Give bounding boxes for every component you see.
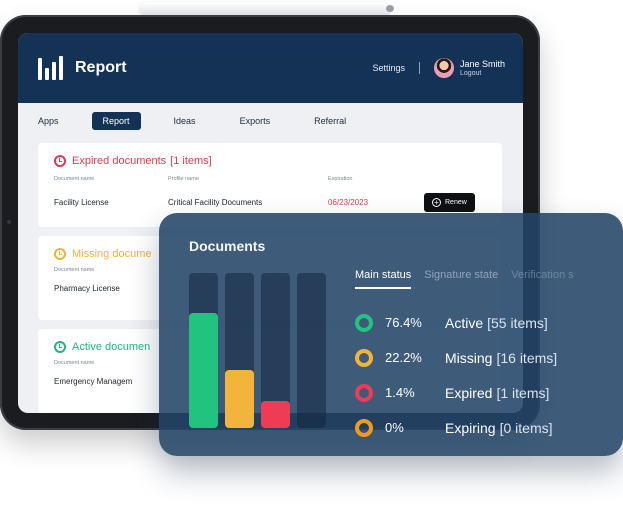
legend-percent: 1.4% (385, 385, 415, 400)
clock-icon (54, 155, 66, 167)
tab-signature-state[interactable]: Signature state (424, 269, 498, 289)
tab-report[interactable]: Report (91, 112, 141, 130)
table-row: Facility License Critical Facility Docum… (38, 182, 502, 212)
document-name-cell: Facility License (54, 198, 109, 207)
logout-link[interactable]: Logout (460, 69, 505, 78)
legend-count: [55 items] (487, 314, 548, 331)
header-divider (418, 62, 420, 74)
user-name: Jane Smith (459, 58, 505, 69)
tab-main-status[interactable]: Main status (355, 269, 412, 289)
tab-referral[interactable]: Referral (303, 112, 357, 130)
expired-card-title: Expired documents [1 items] (38, 143, 502, 167)
col-expiration: Expiration (328, 176, 353, 182)
missing-title-text: Missing docume (72, 248, 152, 260)
expired-column-headers: Document name Profile name Expiration (38, 167, 502, 182)
tab-exports[interactable]: Exports (229, 112, 282, 130)
camera-dot (7, 220, 11, 224)
panel-tabs: Main status Signature state Verification… (355, 269, 587, 289)
bar-active (189, 313, 218, 428)
col-document-name: Document name (54, 360, 95, 366)
expired-title-text: Expired documents (72, 155, 167, 167)
stylus-pencil (140, 2, 394, 15)
document-name-cell: Pharmacy License (54, 284, 120, 293)
legend-label: Expiring (445, 419, 496, 436)
expiration-date-cell: 06/23/2023 (328, 198, 369, 207)
profile-name-cell: Critical Facility Documents (168, 198, 263, 207)
legend-percent: 76.4% (385, 315, 422, 330)
legend-count: [1 items] (496, 384, 550, 401)
bar-missing (225, 370, 254, 428)
bar-track-expired (261, 273, 290, 428)
plus-circle-icon: + (432, 198, 441, 207)
app-title: Report (75, 59, 127, 76)
col-profile-name: Profile name (168, 176, 199, 182)
ring-icon (355, 313, 373, 332)
legend-count: [16 items] (496, 349, 558, 366)
user-menu: Jane Smith Logout (460, 59, 505, 78)
status-legend: 76.4% Active [55 items] 22.2% Missing [1… (355, 305, 557, 445)
documents-panel: Documents Main status Signature state Ve… (159, 213, 623, 456)
ring-icon (355, 383, 373, 402)
legend-count: [0 items] (499, 419, 553, 436)
legend-label: Expired (445, 384, 493, 401)
tab-apps[interactable]: Apps (38, 112, 70, 130)
bar-track-expiring (297, 273, 326, 428)
expired-count: [1 items] (170, 155, 212, 167)
col-document-name: Document name (54, 176, 95, 182)
tab-verification[interactable]: Verification s (511, 269, 573, 289)
legend-item-active: 76.4% Active [55 items] (355, 305, 557, 340)
legend-item-expired: 1.4% Expired [1 items] (355, 375, 557, 410)
tab-ideas[interactable]: Ideas (163, 112, 207, 130)
logo-icon (38, 56, 63, 80)
ring-icon (355, 348, 373, 367)
renew-button[interactable]: + Renew (424, 193, 475, 212)
renew-label: Renew (445, 199, 467, 206)
bar-track-missing (225, 273, 254, 428)
legend-percent: 22.2% (385, 350, 422, 365)
legend-label: Active (445, 314, 484, 331)
bar-expired (261, 401, 290, 428)
app-header: Report Settings Jane Smith Logout (18, 33, 523, 103)
panel-title: Documents (189, 238, 266, 254)
col-document-name: Document name (54, 267, 95, 273)
legend-percent: 0% (385, 420, 404, 435)
legend-label: Missing (445, 349, 493, 366)
legend-item-missing: 22.2% Missing [16 items] (355, 340, 557, 375)
ring-icon (355, 418, 373, 437)
status-bar-chart (189, 273, 339, 428)
main-tabs: Apps Report Ideas Exports Referral (18, 103, 523, 139)
legend-item-expiring: 0% Expiring [0 items] (355, 410, 557, 445)
avatar[interactable] (433, 58, 454, 78)
check-circle-icon (54, 341, 66, 353)
settings-link[interactable]: Settings (372, 63, 405, 73)
bar-track-active (189, 273, 218, 428)
active-title-text: Active documen (72, 341, 151, 353)
clock-icon (54, 248, 66, 260)
